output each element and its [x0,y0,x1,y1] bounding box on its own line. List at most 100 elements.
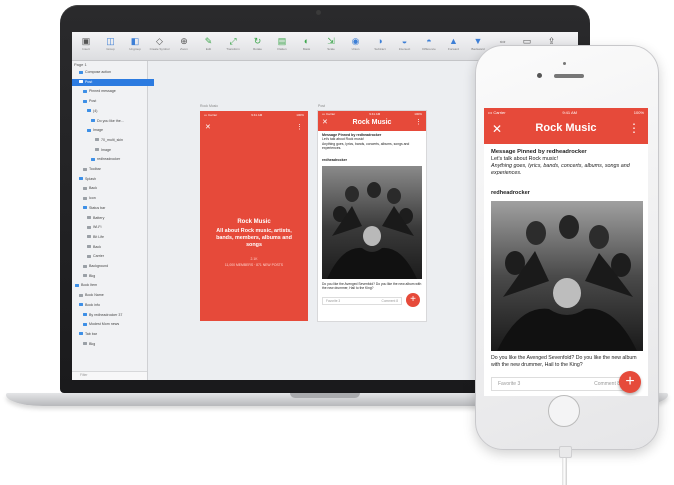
shape-layer-icon [87,235,91,239]
text-layer-icon [91,119,95,123]
layer-row[interactable]: Toolbar [72,166,158,173]
toolbar-create-symbol-button[interactable]: ◇ Create Symbol [150,35,170,57]
layer-row[interactable]: Book Name [72,292,154,299]
layer-label: Back [93,244,101,249]
layer-label: Tab bar [85,331,97,336]
layer-row[interactable]: Pinned message [72,88,158,95]
union-icon: ◉ [351,36,360,46]
more-icon[interactable]: ⋮ [415,118,422,126]
layer-label: Icon [89,196,96,201]
toolbar-subtract-button[interactable]: ◑ Subtract [370,35,390,57]
layer-label: Book Name [85,293,104,298]
layer-row[interactable]: Modest Mom news [72,321,158,328]
layer-label: Bkg [89,341,96,346]
phone-speaker [554,74,584,78]
toolbar-mask-button[interactable]: ◐ Mask [297,35,317,57]
layer-row[interactable]: Post [72,78,154,86]
layer-row[interactable]: Back [72,185,158,192]
layer-label: Battery [93,215,105,220]
favorite-button[interactable]: Favorite 3 [498,381,520,387]
layer-row[interactable]: Icon [72,195,158,202]
toolbar-zoom-button[interactable]: ⊕ Zoom [174,35,194,57]
toolbar-label: Subtract [374,47,386,51]
comment-button[interactable]: Comment 8 [382,299,398,303]
status-time: 9:41 AM [369,112,381,116]
layer-row[interactable]: Post [72,98,158,105]
intersect-icon: ◒ [401,36,408,46]
layer-row[interactable]: Back [72,244,162,251]
layer-row[interactable]: Bit Life [72,234,162,241]
layer-row[interactable]: (4) [72,108,162,115]
toolbar-edit-button[interactable]: ✎ Edit [199,35,219,57]
layer-row[interactable]: redheadrocker [72,156,166,163]
comment-button[interactable]: Comment 8 [594,381,620,387]
phone-status-bar: ••• Carrier 9:41 AM 100% [488,110,644,115]
status-battery: 100% [296,113,304,117]
splash-description: All about Rock music, artists, bands, me… [216,228,292,248]
folder-icon [79,80,83,84]
splash-title: Rock Music [237,219,271,225]
layer-row[interactable]: Bkg [72,341,158,348]
add-button[interactable]: + [406,293,420,307]
layer-row[interactable]: Compose action [72,69,154,76]
home-button[interactable] [548,395,580,427]
more-icon[interactable]: ⋮ [296,123,303,131]
layer-row[interactable]: Status bar [72,205,158,212]
layer-row[interactable]: Tab bar [72,331,154,338]
pinned-message: Message Pinned by redheadrocker Let's ta… [322,133,422,150]
status-carrier: ••• Carrier [488,110,506,115]
toolbar-scale-button[interactable]: ⇲ Scale [321,35,341,57]
toolbar-union-button[interactable]: ◉ Union [346,35,366,57]
splash-artboard[interactable]: ••• Carrier 9:41 AM 100% ✕ ⋮ Rock Music … [200,111,308,321]
layer-label: 70_multi_skin [101,137,123,142]
layer-row[interactable]: Image [72,147,170,154]
toolbar-rotate-button[interactable]: ↻ Rotate [248,35,268,57]
band-photo-figures [327,182,417,279]
layer-row[interactable]: Book info [72,302,154,309]
layer-row[interactable]: Book Item [72,282,150,289]
artboard-label-post[interactable]: Post [318,104,325,108]
layer-row[interactable]: Wi-Fi [72,224,162,231]
status-carrier: ••• Carrier [204,113,218,117]
status-carrier: ••• Carrier [322,112,336,116]
layer-row[interactable]: Splash [72,176,154,183]
post-author[interactable]: redheadrocker [322,158,347,162]
close-icon[interactable]: ✕ [205,123,211,131]
post-author[interactable]: redheadrocker [491,190,530,196]
folder-icon [75,283,79,287]
toolbar-difference-button[interactable]: ◓ Difference [419,35,439,57]
toolbar-ungroup-button[interactable]: ◧ Ungroup [125,35,145,57]
toolbar-forward-button[interactable]: ▲ Forward [444,35,464,57]
toolbar-group-button[interactable]: ◫ Group [101,35,121,57]
toolbar-transform-button[interactable]: ⤢ Transform [223,35,243,57]
post-artboard[interactable]: ••• Carrier 9:41 AM 100% ✕ Rock Music ⋮ … [318,111,426,321]
page-selector[interactable]: Page 1 [74,62,87,67]
post-question: Do you like the Avenged Sevenfold? Do yo… [491,355,637,368]
artboard-label-splash[interactable]: Rock Music [200,104,218,108]
post-title: Rock Music [352,119,392,126]
layer-row[interactable]: Do you like the... [72,118,166,125]
more-icon[interactable]: ⋮ [628,121,640,135]
band-photo-figures [497,215,637,351]
toolbar-insert-button[interactable]: ▣ Insert [76,35,96,57]
toolbar-flatten-button[interactable]: ▤ Flatten [272,35,292,57]
favorite-button[interactable]: Favorite 3 [326,299,340,303]
folder-icon [87,128,91,132]
layer-row[interactable]: 70_multi_skin [72,137,170,144]
layer-row[interactable]: Bkg [72,273,158,280]
layer-label: Post [85,79,93,84]
layer-row[interactable]: By redheadrocker 37 [72,312,158,319]
status-battery: 100% [414,112,422,116]
laptop-notch [290,393,360,398]
layer-filter-input[interactable]: Filter [80,373,88,377]
layer-label: Toolbar [89,167,101,171]
ungroup-icon: ◧ [130,36,140,46]
layer-row[interactable]: Background [72,263,158,270]
post-header: ••• Carrier 9:41 AM 100% ✕ Rock Music ⋮ [318,111,426,131]
shape-layer-icon [83,264,87,268]
layer-row[interactable]: Image [72,127,162,134]
layer-row[interactable]: Battery [72,215,162,222]
add-button[interactable]: + [619,371,641,393]
layer-row[interactable]: Carrier [72,253,162,260]
toolbar-intersect-button[interactable]: ◒ Intersect [395,35,415,57]
